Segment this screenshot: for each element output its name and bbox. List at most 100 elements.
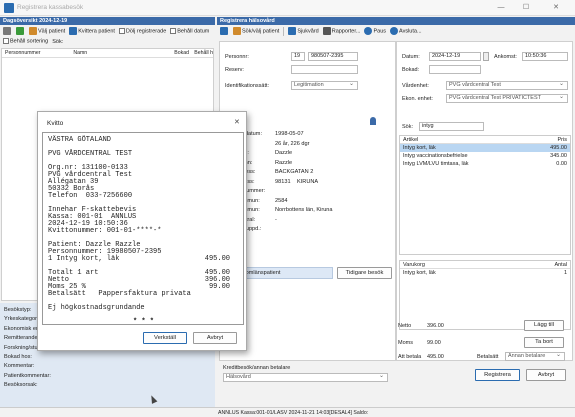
pay-label: Att betala <box>398 354 422 360</box>
date-input[interactable]: 2024-12-19 <box>429 52 481 61</box>
col-booked[interactable]: Bokad <box>150 49 189 57</box>
col-personnummer[interactable]: Personnummer <box>2 49 51 57</box>
quit-icon <box>390 27 399 35</box>
reserve-input[interactable] <box>291 65 358 74</box>
status-bar: ANNLUS Kassa:001-01/LASV 2024-11-21 14:0… <box>0 407 575 417</box>
patient-field-row: Vårdcentral:- <box>225 216 395 226</box>
unit-label: Vårdenhet: <box>402 83 429 89</box>
list-icon[interactable] <box>3 27 11 35</box>
arrival-input[interactable]: 10:50:36 <box>522 52 568 61</box>
pause-button[interactable]: Paus <box>364 27 386 35</box>
pnr-century-input[interactable]: 19 <box>291 52 305 61</box>
payer-label: Betalsätt <box>477 354 499 360</box>
pause-icon <box>364 27 373 35</box>
add-button[interactable]: Lägg till <box>524 320 564 331</box>
receipt-close-button[interactable]: ✕ <box>234 118 240 126</box>
hide-registered-checkbox[interactable]: Dölj registrerade <box>118 27 166 34</box>
sickleave-button[interactable]: Sjukvård <box>288 27 319 35</box>
booked-input[interactable] <box>429 65 481 74</box>
keep-sort-checkbox[interactable]: Behåll sortering <box>3 38 48 45</box>
article-row[interactable]: Intyg kort, läk 495.00 <box>400 144 570 152</box>
app-icon <box>4 3 14 13</box>
select-patient-button[interactable]: Välj patient <box>29 27 65 35</box>
receipt-body[interactable]: VÄSTRA GÖTALAND PVG VÅRDCENTRAL TEST Org.n… <box>42 132 244 325</box>
post-code: 98131 <box>275 178 291 185</box>
unit-select[interactable]: PVG vårdcentral Test <box>446 81 568 90</box>
post-city: KIRUNA <box>297 178 319 185</box>
patient-field-row: Listning uppd.: <box>225 225 395 235</box>
receipt-text: VÄSTRA GÖTALAND PVG VÅRDCENTRAL TEST Org.n… <box>43 133 243 325</box>
close-window-button[interactable]: ✕ <box>545 2 567 14</box>
article-search-input[interactable]: intyg <box>419 122 484 131</box>
date-spinner[interactable] <box>483 52 489 61</box>
previous-visits-button[interactable]: Tidigare besök <box>337 267 392 279</box>
econ-unit-label: Ekon. enhet: <box>402 96 433 102</box>
patient-field-value: - <box>275 216 277 223</box>
col-name[interactable]: Namn <box>51 49 150 57</box>
patient-field-row: Telefonnummer: <box>225 187 395 197</box>
refresh-icon[interactable] <box>16 27 24 35</box>
patient-field-value: Norrbottens län, Kiruna <box>275 207 333 213</box>
econ-unit-select[interactable]: PVG vårdcentral Test PRIVATICTEST <box>446 94 568 103</box>
day-overview-header: Dagsöversikt 2024-12-19 <box>0 17 215 25</box>
visit-detail-label: Bokad hos: <box>4 354 32 361</box>
receipt-cancel-button[interactable]: Avbryt <box>193 332 237 344</box>
article-row[interactable]: Intyg LVM/LVU timtaxa, läk 0.00 <box>400 160 570 168</box>
document-icon <box>288 27 297 35</box>
pay-receipt-button[interactable]: Kvittera patient <box>69 27 115 35</box>
patient-field-row: Län Kommun:2584 <box>225 197 395 207</box>
left-toolbar: Välj patient Kvittera patient Dölj regis… <box>0 25 215 37</box>
vat-label: Moms <box>398 340 413 346</box>
receipt-dialog: Kvitto ✕ VÄSTRA GÖTALAND PVG VÅRDCENTRAL … <box>37 111 247 351</box>
patient-field-value: 26 år, 226 dgr <box>275 140 310 147</box>
pay-value: 495.00 <box>427 354 444 360</box>
article-table: Artikel Pris Intyg kort, läk 495.00 Intyg … <box>399 135 571 255</box>
cancel-register-button[interactable]: Avbryt <box>526 369 566 381</box>
pin-icon[interactable] <box>370 117 376 125</box>
col-keep[interactable]: Behåll h <box>185 49 213 57</box>
visit-panel: Datum: 2024-12-19 Ankomst: 10:50:36 Boka… <box>396 41 573 361</box>
visit-detail-label: Kommentar: <box>4 363 35 370</box>
receipt-note: Ej högkostnadsgrundande <box>48 304 145 312</box>
register-button[interactable]: Registrera <box>475 369 520 381</box>
visit-detail-label: Patientkommentar: <box>4 372 51 379</box>
credit-select[interactable]: Hälsovård <box>223 373 388 382</box>
right-toolbar: Sök/välj patient Sjukvård Rapporter... P… <box>217 25 575 37</box>
payer-select[interactable]: Annan betalare <box>505 352 565 361</box>
window-titlebar: Registrera kassabesök — ☐ ✕ <box>0 0 575 16</box>
patient-field-row: Efternamn:Razzle <box>225 159 395 169</box>
search-patient-button[interactable]: Sök/välj patient <box>233 27 279 35</box>
receipt-dots: * * * <box>133 318 155 325</box>
person-check-icon <box>69 27 78 35</box>
cart-row[interactable]: Intyg kort, läk 1 <box>400 269 570 277</box>
credit-label: Kreditbesök/annan betalare <box>223 365 291 371</box>
article-search-label: Sök: <box>402 124 414 130</box>
id-method-label: Identifikationssätt: <box>225 83 270 89</box>
patient-list-header: Personnummer Namn Bokad Behåll h <box>2 49 213 58</box>
totals-area: Netto 396.00 Lägg till Moms 99.00 Ta bor… <box>397 319 573 399</box>
id-method-select[interactable]: Legitimation <box>291 81 358 90</box>
grid-icon[interactable] <box>220 27 228 35</box>
maximize-button[interactable]: ☐ <box>515 2 537 14</box>
pnr-label: Personnr: <box>225 54 249 60</box>
minimize-button[interactable]: — <box>490 2 512 14</box>
remove-button[interactable]: Ta bort <box>524 337 564 348</box>
date-label: Datum: <box>402 54 420 60</box>
quit-button[interactable]: Avsluta... <box>390 27 422 35</box>
net-value: 396.00 <box>427 323 444 329</box>
pnr-input[interactable]: 980507-2395 <box>308 52 358 61</box>
person-search-icon <box>233 27 241 35</box>
receipt-dialog-title: Kvitto <box>47 120 64 127</box>
patient-field-row: Postadress:98131KIRUNA <box>225 178 395 188</box>
article-table-header: Artikel Pris <box>400 136 570 144</box>
net-label: Netto <box>398 323 412 329</box>
receipt-print-button[interactable]: Verkställ <box>143 332 187 344</box>
article-row[interactable]: Intyg vaccinationsbefrielse 345.00 <box>400 152 570 160</box>
reports-button[interactable]: Rapporter... <box>322 27 360 35</box>
reserve-label: Reserv: <box>225 67 244 73</box>
receipt-line: Kvittonummer: 001-01-****-* <box>48 227 162 235</box>
booked-label: Bokad: <box>402 67 420 73</box>
visit-detail-label: Besöksorsak: <box>4 382 38 389</box>
left-toolbar-row2: Behåll sortering Sök: <box>0 37 215 46</box>
keep-date-checkbox[interactable]: Behåll datum <box>170 27 209 34</box>
